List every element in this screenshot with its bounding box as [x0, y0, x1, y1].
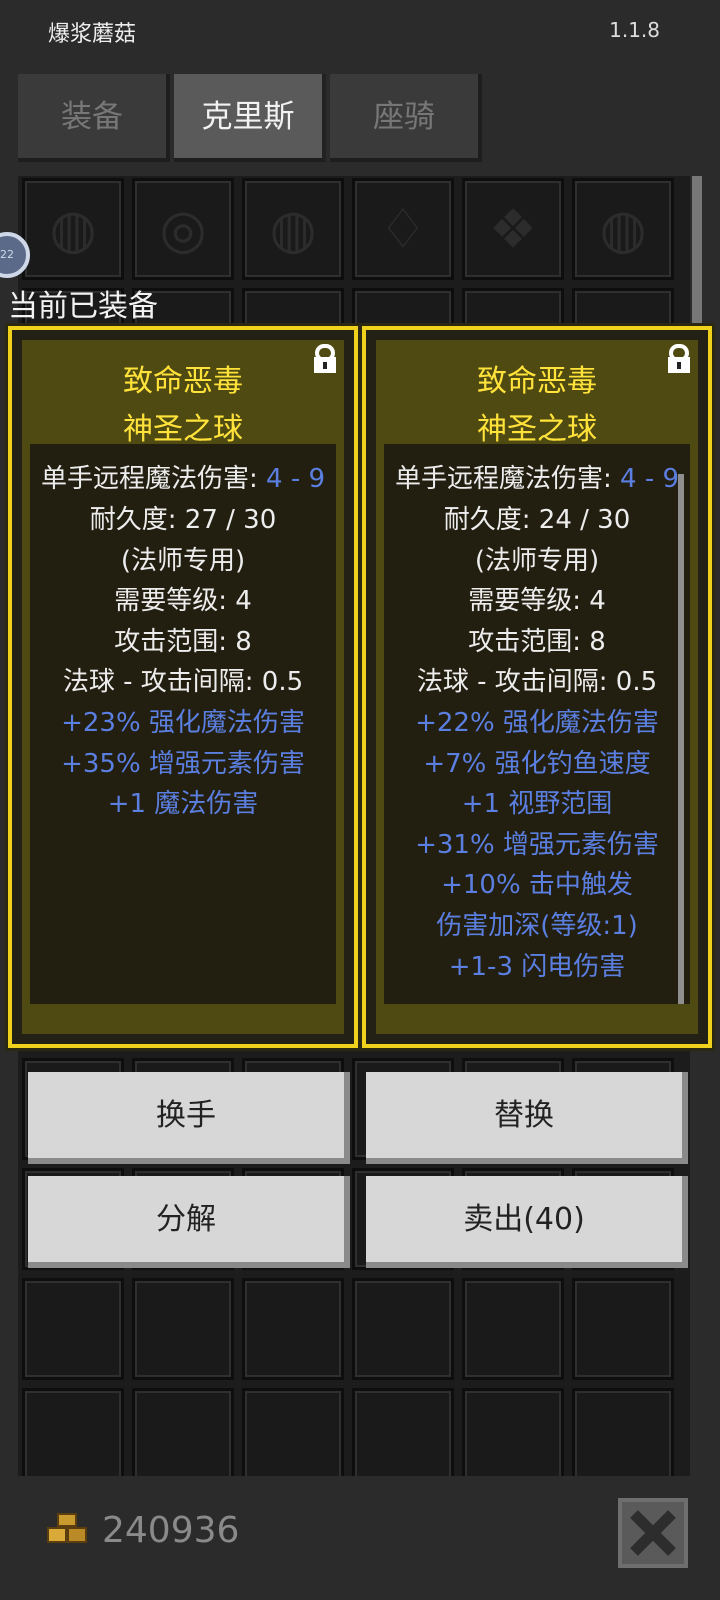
- item-name-prefix: 致命恶毒: [123, 364, 243, 399]
- stat-line: +31% 增强元素伤害: [415, 829, 659, 860]
- item-icon: ❖: [488, 197, 538, 261]
- item-icon: ◎: [159, 197, 207, 261]
- inventory-slot[interactable]: ♢: [352, 178, 454, 280]
- stat-line: 攻击范围: 8: [468, 626, 606, 657]
- stat-line: +1 魔法伤害: [107, 789, 259, 820]
- lock-icon[interactable]: [666, 344, 692, 374]
- inventory-slot[interactable]: ◎: [132, 178, 234, 280]
- stat-line: +1 视野范围: [461, 789, 613, 820]
- item-name: 神圣之球: [477, 412, 597, 447]
- equipped-label: 当前已装备: [8, 289, 158, 324]
- item-name: 神圣之球: [123, 412, 243, 447]
- inventory-scrollbar[interactable]: [692, 176, 702, 336]
- damage-stat: 单手远程魔法伤害: 4 - 9: [394, 464, 680, 494]
- item-icon: ◍: [599, 197, 647, 261]
- app-title: 爆浆蘑菇: [48, 22, 137, 47]
- inventory-slot[interactable]: [22, 1388, 124, 1490]
- close-button[interactable]: [618, 1498, 688, 1568]
- stat-line: 伤害加深(等级:1): [436, 911, 638, 941]
- inventory-slot[interactable]: [572, 1278, 674, 1380]
- inventory-slot[interactable]: ◍: [22, 178, 124, 280]
- version-label: 1.1.8: [609, 18, 660, 42]
- disassemble-button[interactable]: 分解: [28, 1176, 350, 1268]
- inventory-slot[interactable]: [462, 1388, 564, 1490]
- item-stats: 单手远程魔法伤害: 4 - 9 耐久度: 27 / 30 (法师专用) 需要等级: …: [30, 444, 336, 1004]
- inventory-slot[interactable]: ◍: [242, 178, 344, 280]
- stat-line: 需要等级: 4: [468, 586, 606, 617]
- status-bar: 爆浆蘑菇 1.1.8: [0, 0, 720, 60]
- item-stats: 单手远程魔法伤害: 4 - 9 耐久度: 24 / 30 (法师专用) 需要等级: …: [384, 444, 690, 1014]
- tab-chris[interactable]: 克里斯: [174, 74, 326, 162]
- inventory-slot[interactable]: [22, 1278, 124, 1380]
- damage-stat: 单手远程魔法伤害: 4 - 9: [40, 464, 326, 494]
- lock-icon[interactable]: [312, 344, 338, 374]
- stat-line: 法球 - 攻击间隔: 0.5: [62, 667, 304, 698]
- inventory-slot[interactable]: [242, 1278, 344, 1380]
- inventory-slot[interactable]: [572, 1388, 674, 1490]
- inventory-slot[interactable]: [352, 1278, 454, 1380]
- inventory-slot[interactable]: ❖: [462, 178, 564, 280]
- stat-line: +35% 增强元素伤害: [61, 748, 305, 779]
- stat-line: 需要等级: 4: [114, 586, 252, 617]
- close-icon: [630, 1510, 676, 1556]
- inventory-slot[interactable]: [132, 1388, 234, 1490]
- stat-line: 攻击范围: 8: [114, 626, 252, 657]
- sell-button[interactable]: 卖出(40): [366, 1176, 688, 1268]
- inventory-slot[interactable]: [132, 1278, 234, 1380]
- stat-line: +1-3 闪电伤害: [448, 951, 626, 982]
- item-icon: ◍: [49, 197, 97, 261]
- inventory-slot[interactable]: ◍: [572, 178, 674, 280]
- stat-line: 耐久度: 24 / 30: [443, 505, 631, 535]
- stat-line: 耐久度: 27 / 30: [89, 505, 277, 535]
- item-icon: ♢: [378, 197, 428, 261]
- inventory-slot[interactable]: [352, 1388, 454, 1490]
- replace-button[interactable]: 替换: [366, 1072, 688, 1164]
- stat-line: (法师专用): [474, 545, 600, 576]
- tab-equipment[interactable]: 装备: [18, 74, 170, 162]
- stat-line: +7% 强化钓鱼速度: [423, 748, 651, 779]
- stat-line: +10% 击中触发: [441, 870, 633, 901]
- stat-line: +22% 强化魔法伤害: [415, 708, 659, 738]
- gold-coins-icon: [47, 1513, 87, 1543]
- gold-amount: 240936: [102, 1510, 240, 1551]
- item-name-prefix: 致命恶毒: [477, 364, 597, 399]
- stat-line: 法球 - 攻击间隔: 0.5: [416, 667, 658, 698]
- item-icon: ◍: [269, 197, 317, 261]
- swap-hand-button[interactable]: 换手: [28, 1072, 350, 1164]
- stat-line: +23% 强化魔法伤害: [61, 708, 305, 738]
- tab-mount[interactable]: 座骑: [330, 74, 482, 162]
- stat-line: (法师专用): [120, 545, 246, 576]
- card-scrollbar[interactable]: [678, 474, 684, 1014]
- inventory-slot[interactable]: [462, 1278, 564, 1380]
- equipped-item-card: 致命恶毒 神圣之球 单手远程魔法伤害: 4 - 9 耐久度: 27 / 30 (法…: [8, 326, 358, 1048]
- inventory-slot[interactable]: [242, 1388, 344, 1490]
- compared-item-card: 致命恶毒 神圣之球 单手远程魔法伤害: 4 - 9 耐久度: 24 / 30 (法…: [362, 326, 712, 1048]
